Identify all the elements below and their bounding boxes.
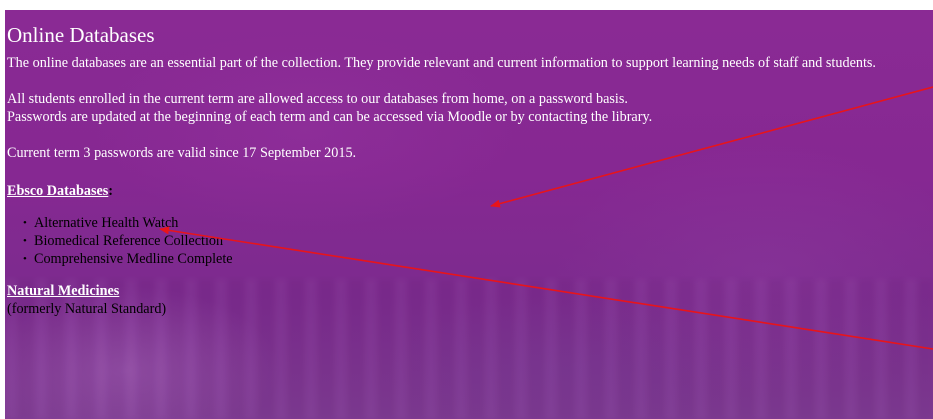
passwords-note: Current term 3 passwords are valid since… xyxy=(7,145,357,161)
ebsco-heading-row: Ebsco Databases: xyxy=(7,162,919,200)
intro-paragraph: The online databases are an essential pa… xyxy=(7,55,876,71)
ebsco-heading-colon: : xyxy=(108,183,114,199)
natural-medicines-subtitle: (formerly Natural Standard) xyxy=(7,301,167,317)
access-paragraph: All students enrolled in the current ter… xyxy=(7,90,919,126)
main-content: Online Databases The online databases ar… xyxy=(7,22,919,318)
ebsco-databases-link[interactable]: Ebsco Databases xyxy=(7,182,108,200)
list-item: Alternative Health Watch xyxy=(23,214,919,232)
list-item: Comprehensive Medline Complete xyxy=(23,250,919,268)
natural-medicines-section: Natural Medicines (formerly Natural Stan… xyxy=(7,268,919,318)
access-line-2: Passwords are updated at the beginning o… xyxy=(7,109,653,125)
natural-medicines-link[interactable]: Natural Medicines xyxy=(7,282,119,300)
screenshot-frame: Online Databases The online databases ar… xyxy=(0,0,933,419)
list-item: Biomedical Reference Collection xyxy=(23,232,919,250)
page-title: Online Databases xyxy=(7,23,155,47)
access-line-1: All students enrolled in the current ter… xyxy=(7,91,628,107)
ebsco-database-list: Alternative Health Watch Biomedical Refe… xyxy=(7,214,919,268)
